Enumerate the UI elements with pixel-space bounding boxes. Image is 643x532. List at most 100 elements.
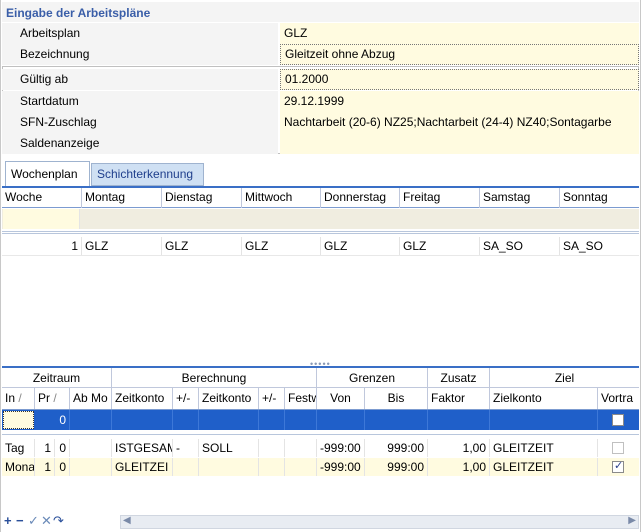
col-header-mittwoch[interactable]: Mittwoch (242, 188, 321, 208)
col-header-bis[interactable]: Bis (365, 388, 428, 409)
cell-plusminus2[interactable] (259, 458, 285, 476)
col-header-vortrag[interactable]: Vortra (598, 388, 639, 409)
cell-ab[interactable]: 0 (55, 439, 70, 457)
col-header-plusminus1[interactable]: +/- (173, 388, 199, 409)
week-grid-header: Woche Montag Dienstag Mittwoch Donnersta… (2, 186, 639, 208)
col-header-festw[interactable]: Festw (285, 388, 317, 409)
rules-column-header: In / Pr / Ab Mo Zeitkonto +/- Zeitkonto … (2, 388, 639, 410)
selected-new-row[interactable]: 0 (2, 410, 639, 430)
col-header-zeitkonto1[interactable]: Zeitkonto (112, 388, 173, 409)
col-header-donnerstag[interactable]: Donnerstag (321, 188, 400, 208)
startdatum-label: Startdatum (2, 91, 278, 112)
cell-abmo[interactable] (70, 458, 112, 476)
cell-festw[interactable] (285, 458, 317, 476)
col-header-von[interactable]: Von (317, 388, 365, 409)
cell-zeitkonto1[interactable]: GLEITZEI (112, 458, 173, 476)
tab-schichterkennung[interactable]: Schichterkennung (91, 163, 204, 186)
week-new-row[interactable] (2, 209, 639, 229)
abmo-cell[interactable] (70, 410, 112, 430)
col-header-plusminus2[interactable]: +/- (259, 388, 285, 409)
vortrag-checkbox[interactable] (612, 459, 624, 473)
table-row[interactable]: Tag 1 0 ISTGESAM - SOLL -999:00 999:00 1… (2, 439, 639, 457)
cell-abmo[interactable] (70, 439, 112, 457)
woche-input-cell[interactable] (3, 209, 80, 229)
cell-zeitkonto1[interactable]: ISTGESAM (112, 439, 173, 457)
cell-faktor[interactable]: 1,00 (428, 439, 490, 457)
cell-ab[interactable]: 0 (55, 458, 70, 476)
cell-von[interactable]: -999:00 (317, 439, 365, 457)
salden-label: Saldenanzeige (2, 133, 278, 154)
arbeitsplan-field[interactable]: GLZ (280, 23, 639, 44)
cell-zielkonto[interactable]: GLEITZEIT (490, 458, 598, 476)
col-header-woche[interactable]: Woche (2, 188, 82, 208)
cell-festw[interactable] (285, 439, 317, 457)
col-header-zeitkonto2[interactable]: Zeitkonto (199, 388, 259, 409)
ab-cell[interactable]: 0 (35, 410, 70, 430)
bezeichnung-field[interactable]: Gleitzeit ohne Abzug (280, 44, 639, 65)
cell-sonntag[interactable]: SA_SO (560, 237, 639, 255)
horizontal-scrollbar[interactable]: ◀ ▶ (120, 515, 639, 529)
cell-woche[interactable]: 1 (2, 237, 82, 255)
cell-in[interactable]: Tag (2, 439, 35, 457)
cell-dienstag[interactable]: GLZ (162, 237, 242, 255)
cell-von[interactable]: -999:00 (317, 458, 365, 476)
in-input-cell[interactable] (3, 411, 34, 429)
table-row[interactable]: 1 GLZ GLZ GLZ GLZ GLZ SA_SO SA_SO (2, 237, 639, 255)
fest-cell[interactable] (285, 410, 317, 430)
group-header-ziel: Ziel (554, 371, 575, 385)
col-header-zielkonto[interactable]: Zielkonto (490, 388, 598, 409)
week-grid-separator (2, 231, 639, 234)
gueltig-field[interactable]: 01.2000 (280, 69, 639, 90)
cell-bis[interactable]: 999:00 (365, 458, 428, 476)
refresh-icon[interactable]: ↷ (53, 513, 64, 529)
cell-in[interactable]: Mona (2, 458, 35, 476)
remove-icon[interactable]: − (16, 513, 24, 528)
startdatum-field[interactable]: 29.12.1999 (280, 91, 639, 112)
pm1-cell[interactable] (173, 410, 199, 430)
cell-plusminus1[interactable]: - (173, 439, 199, 457)
cell-montag[interactable]: GLZ (82, 237, 162, 255)
cell-plusminus1[interactable] (173, 458, 199, 476)
cell-zeitkonto2[interactable]: SOLL (199, 439, 259, 457)
cell-faktor[interactable]: 1,00 (428, 458, 490, 476)
cell-zielkonto[interactable]: GLEITZEIT (490, 439, 598, 457)
col-header-abmo[interactable]: Ab Mo (70, 388, 112, 409)
cell-plusminus2[interactable] (259, 439, 285, 457)
cell-zeitkonto2[interactable] (199, 458, 259, 476)
col-header-montag[interactable]: Montag (82, 188, 162, 208)
col-header-pr[interactable]: Pr / (35, 388, 70, 409)
add-icon[interactable]: + (4, 513, 12, 528)
bis-cell[interactable] (365, 410, 428, 430)
cell-mittwoch[interactable]: GLZ (242, 237, 321, 255)
cell-pr[interactable]: 1 (35, 439, 55, 457)
salden-field[interactable] (280, 133, 639, 154)
sfn-field[interactable]: Nachtarbeit (20-6) NZ25;Nachtarbeit (24-… (280, 112, 639, 133)
scroll-right-icon[interactable]: ▶ (628, 515, 636, 526)
cell-freitag[interactable]: GLZ (400, 237, 480, 255)
cancel-icon[interactable]: ✕ (41, 513, 52, 529)
pm2-cell[interactable] (259, 410, 285, 430)
col-header-faktor[interactable]: Faktor (428, 388, 490, 409)
cell-donnerstag[interactable]: GLZ (321, 237, 400, 255)
zk2-cell[interactable] (199, 410, 259, 430)
col-header-samstag[interactable]: Samstag (480, 188, 560, 208)
von-cell[interactable] (317, 410, 365, 430)
col-header-dienstag[interactable]: Dienstag (162, 188, 242, 208)
cell-pr[interactable]: 1 (35, 458, 55, 476)
col-header-sonntag[interactable]: Sonntag (560, 188, 639, 208)
vortrag-checkbox[interactable] (612, 414, 624, 426)
col-header-in[interactable]: In / (2, 388, 35, 409)
vortrag-checkbox[interactable] (612, 442, 624, 454)
tab-wochenplan[interactable]: Wochenplan (5, 161, 90, 186)
zielkonto-cell[interactable] (490, 410, 598, 430)
confirm-icon[interactable]: ✓ (28, 513, 39, 529)
cell-bis[interactable]: 999:00 (365, 439, 428, 457)
table-row[interactable]: Mona 1 0 GLEITZEI -999:00 999:00 1,00 GL… (2, 458, 639, 476)
scroll-left-icon[interactable]: ◀ (123, 515, 131, 526)
cell-samstag[interactable]: SA_SO (480, 237, 560, 255)
faktor-cell[interactable] (428, 410, 490, 430)
form-row-salden: Saldenanzeige (2, 133, 639, 154)
zk1-cell[interactable] (112, 410, 173, 430)
col-header-freitag[interactable]: Freitag (400, 188, 480, 208)
rules-group-header: Zeitraum Berechnung Grenzen Zusatz Ziel (2, 366, 639, 388)
